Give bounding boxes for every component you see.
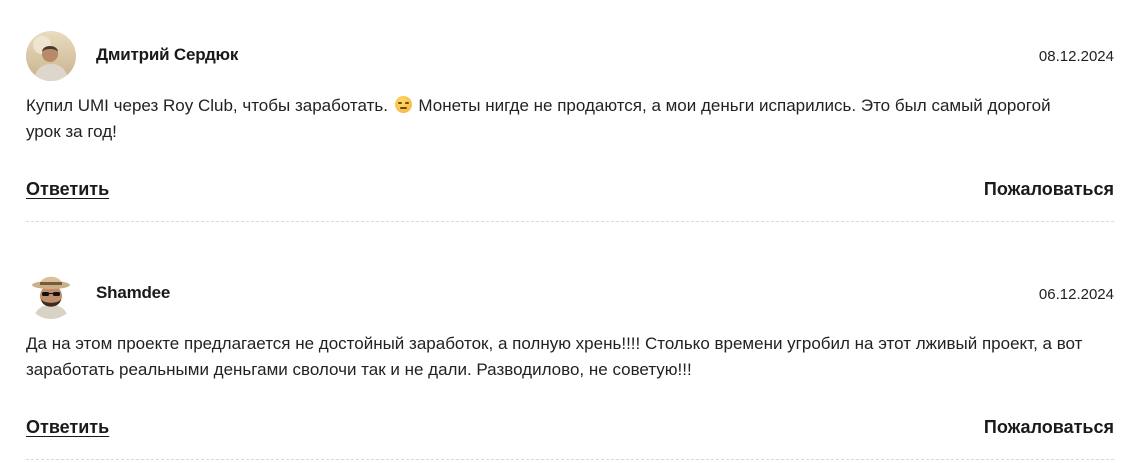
comment-author: Shamdee [96, 283, 171, 302]
comment-date: 08.12.2024 [1038, 48, 1114, 65]
comment-header: Shamdee 06.12.2024 [26, 269, 1114, 319]
comment-date: 06.12.2024 [1038, 286, 1114, 303]
comment-text-part: Купил UMI через Roy Club, чтобы заработа… [26, 96, 393, 115]
comment-text: Да на этом проекте предлагается не досто… [26, 334, 1083, 379]
expressionless-face-icon [394, 96, 412, 113]
comment-actions: Ответить Пожаловаться [26, 417, 1114, 441]
reply-link[interactable]: Ответить [26, 179, 109, 200]
comment-author: Дмитрий Сердюк [96, 45, 239, 64]
comment-item: Дмитрий Сердюк 08.12.2024 Купил UMI чере… [26, 31, 1114, 222]
comment-text: Купил UMI через Roy Club, чтобы заработа… [26, 93, 1086, 145]
comment-item: Shamdee 06.12.2024 Да на этом проекте пр… [26, 269, 1114, 460]
reply-link[interactable]: Ответить [26, 417, 109, 438]
avatar [26, 31, 76, 81]
avatar [26, 269, 76, 319]
report-link[interactable]: Пожаловаться [984, 417, 1114, 438]
divider [26, 221, 1114, 222]
comment-header: Дмитрий Сердюк 08.12.2024 [26, 31, 1114, 81]
comment-actions: Ответить Пожаловаться [26, 179, 1114, 203]
divider [26, 459, 1114, 460]
report-link[interactable]: Пожаловаться [984, 179, 1114, 200]
